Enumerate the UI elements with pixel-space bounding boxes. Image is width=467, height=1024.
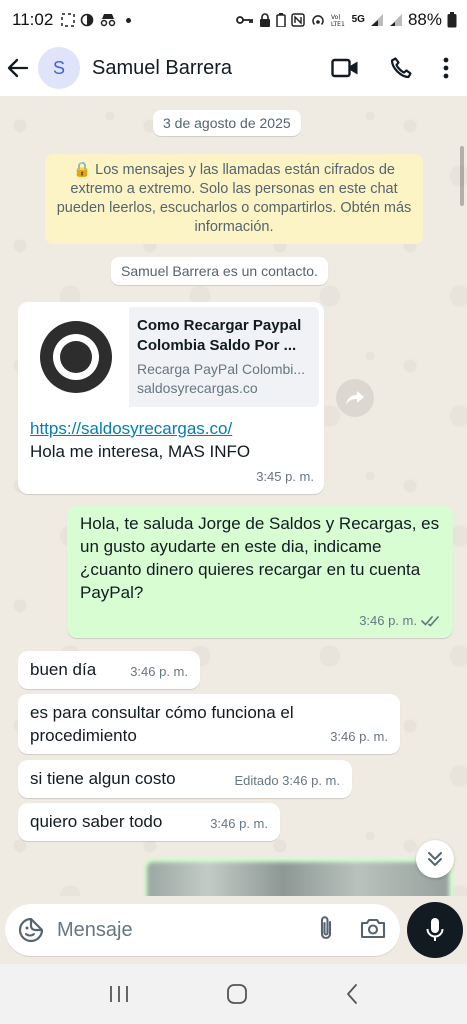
date-chip: 3 de agosto de 2025 bbox=[153, 110, 301, 136]
message-time: 3:46 p. m. bbox=[330, 729, 388, 744]
outgoing-message[interactable]: Hola, te saluda Jorge de Saldos y Recarg… bbox=[67, 506, 453, 638]
link-preview[interactable]: Como Recargar Paypal Colombia Saldo Por … bbox=[23, 307, 319, 407]
back-button[interactable] bbox=[6, 56, 30, 80]
message-time: 3:46 p. m. bbox=[210, 816, 268, 831]
sticker-icon bbox=[18, 917, 44, 943]
back-nav-icon[interactable] bbox=[345, 983, 359, 1005]
link-preview-info: Como Recargar Paypal Colombia Saldo Por … bbox=[129, 307, 319, 407]
home-icon[interactable] bbox=[226, 983, 248, 1005]
paperclip-icon bbox=[320, 915, 332, 939]
status-right-icons: Vo) LTE1 5G 88% bbox=[235, 10, 457, 30]
header-actions bbox=[331, 56, 457, 80]
status-time: 11:02 bbox=[12, 10, 54, 29]
message-time: 3:46 p. m. bbox=[130, 664, 188, 679]
site-logo-icon bbox=[40, 321, 112, 393]
battery-saver-icon bbox=[275, 13, 286, 27]
incognito-icon bbox=[101, 14, 116, 27]
message-image bbox=[147, 862, 449, 896]
forward-button[interactable] bbox=[336, 379, 374, 417]
more-options-icon[interactable] bbox=[443, 57, 449, 79]
avatar[interactable]: S bbox=[38, 47, 80, 89]
battery-icon bbox=[447, 12, 457, 28]
incoming-message[interactable]: quiero saber todo 3:46 p. m. bbox=[18, 803, 280, 841]
contact-name[interactable]: Samuel Barrera bbox=[92, 57, 232, 80]
message-input-container bbox=[5, 904, 400, 956]
message-text: es para consultar cómo funciona el proce… bbox=[30, 703, 294, 745]
message-link[interactable]: https://saldosyrecargas.co/ bbox=[30, 417, 319, 440]
incoming-message[interactable]: si tiene algun costo Editado 3:46 p. m. bbox=[18, 760, 352, 798]
link-preview-domain: saldosyrecargas.co bbox=[137, 380, 258, 396]
screenshot-icon bbox=[61, 13, 76, 27]
chat-header: S Samuel Barrera bbox=[0, 40, 467, 96]
data-saver-icon bbox=[80, 13, 94, 27]
camera-icon bbox=[360, 918, 386, 938]
voice-message-button[interactable] bbox=[407, 902, 463, 958]
status-bar: 11:02 Vo) LTE1 5G 88% bbox=[0, 0, 467, 40]
microphone-icon bbox=[426, 918, 444, 941]
outgoing-image-message[interactable] bbox=[143, 858, 453, 896]
message-text: buen día bbox=[30, 660, 97, 679]
message-time: Editado 3:46 p. m. bbox=[234, 773, 340, 788]
forward-icon bbox=[346, 391, 364, 405]
message-time: 3:45 p. m. bbox=[256, 469, 314, 484]
contact-notice: Samuel Barrera es un contacto. bbox=[111, 257, 328, 285]
scroll-to-bottom-button[interactable] bbox=[416, 840, 454, 878]
message-composer bbox=[0, 896, 467, 964]
chat-scrollbar[interactable] bbox=[460, 146, 464, 206]
link-preview-description: Recarga PayPal Colombi... bbox=[137, 361, 306, 377]
hotspot-icon bbox=[311, 15, 324, 26]
nfc-icon bbox=[290, 13, 305, 27]
double-check-icon bbox=[421, 615, 439, 627]
incoming-link-message[interactable]: Como Recargar Paypal Colombia Saldo Por … bbox=[18, 302, 324, 494]
signal-icon bbox=[370, 14, 383, 26]
video-call-icon[interactable] bbox=[331, 57, 359, 79]
chat-area[interactable]: 3 de agosto de 2025 🔒 Los mensajes y las… bbox=[0, 96, 467, 896]
double-chevron-down-icon bbox=[428, 852, 442, 866]
volte-icon: Vo)LTE1 bbox=[331, 14, 345, 27]
camera-button[interactable] bbox=[360, 917, 386, 944]
key-icon bbox=[235, 16, 253, 24]
message-text: si tiene algun costo bbox=[30, 769, 176, 788]
message-time: 3:46 p. m. bbox=[359, 613, 417, 628]
attach-button[interactable] bbox=[318, 915, 334, 946]
voice-call-icon[interactable] bbox=[389, 56, 413, 80]
link-preview-title: Como Recargar Paypal Colombia Saldo Por … bbox=[137, 317, 302, 354]
back-arrow-icon bbox=[7, 58, 29, 78]
sticker-button[interactable] bbox=[17, 916, 45, 944]
lock-icon bbox=[259, 13, 270, 27]
message-text: Hola, te saluda Jorge de Saldos y Recarg… bbox=[80, 514, 440, 602]
incoming-message[interactable]: buen día 3:46 p. m. bbox=[18, 651, 200, 689]
notification-dot-icon bbox=[126, 17, 132, 23]
recent-apps-icon[interactable] bbox=[108, 984, 130, 1004]
message-meta: 3:46 p. m. bbox=[359, 609, 441, 632]
message-input[interactable] bbox=[57, 918, 277, 942]
system-navigation-bar bbox=[0, 964, 467, 1024]
svg-text:Vo): Vo) bbox=[331, 14, 341, 21]
battery-percent: 88% bbox=[407, 10, 442, 29]
incoming-message[interactable]: es para consultar cómo funciona el proce… bbox=[18, 694, 400, 754]
encryption-notice[interactable]: 🔒 Los mensajes y las llamadas están cifr… bbox=[45, 154, 423, 244]
status-left-icons bbox=[61, 13, 132, 27]
network-type: 5G bbox=[351, 14, 365, 25]
message-text: Hola me interesa, MAS INFO bbox=[30, 442, 251, 461]
svg-text:LTE1: LTE1 bbox=[331, 21, 345, 27]
link-preview-thumbnail bbox=[23, 307, 129, 407]
signal-icon-2 bbox=[389, 14, 402, 26]
message-text: quiero saber todo bbox=[30, 812, 163, 831]
